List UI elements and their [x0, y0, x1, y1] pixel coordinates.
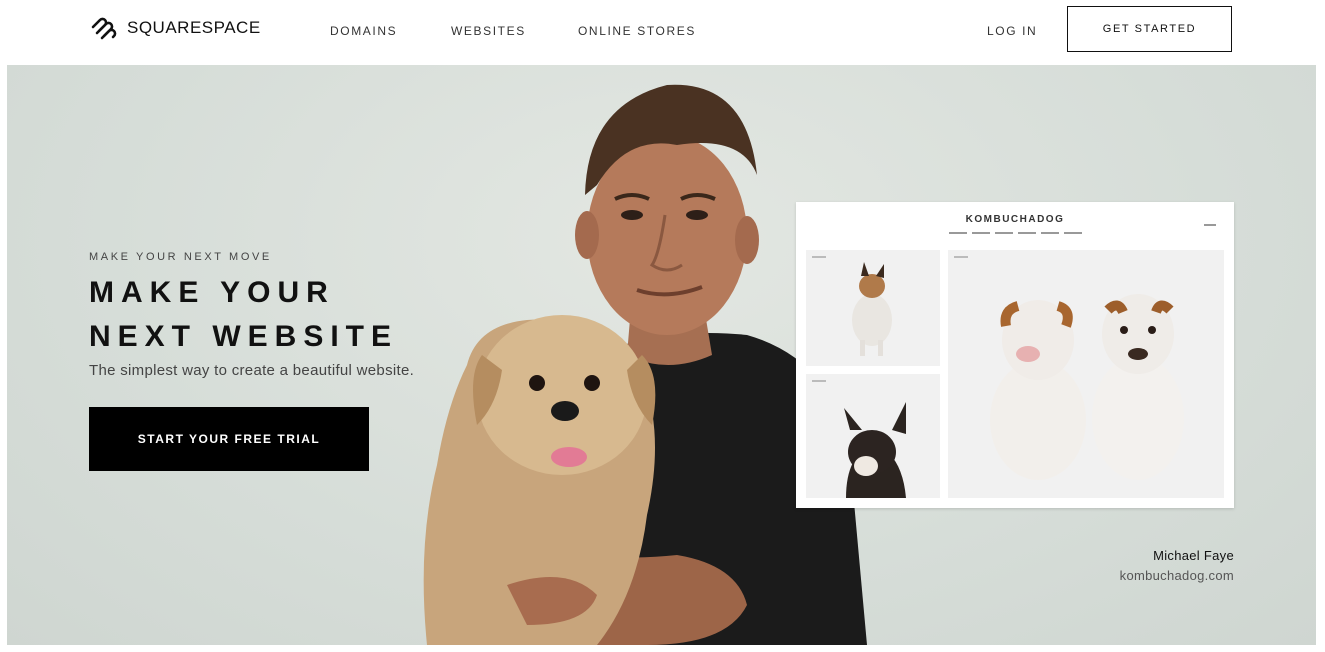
logo-wordmark: SQUARESPACE [127, 18, 261, 37]
website-preview-card: KOMBUCHADOG [796, 202, 1234, 508]
credit-name: Michael Faye [1153, 548, 1234, 563]
squarespace-logo[interactable]: SQUARESPACE [89, 16, 261, 40]
hero-section: MAKE YOUR NEXT MOVE MAKE YOUR NEXT WEBSI… [7, 65, 1316, 645]
nav-link-online-stores[interactable]: ONLINE STORES [578, 24, 696, 38]
preview-tile-bulldogs [948, 250, 1224, 498]
credit-url-link[interactable]: kombuchadog.com [1120, 568, 1234, 583]
headline-line-1: MAKE YOUR [89, 276, 335, 309]
hero-photo-man-with-dog [423, 84, 867, 645]
login-link[interactable]: LOG IN [987, 24, 1037, 38]
top-nav: SQUARESPACE DOMAINS WEBSITES ONLINE STOR… [0, 0, 1325, 64]
hero-eyebrow: MAKE YOUR NEXT MOVE [89, 251, 272, 263]
preview-site-title: KOMBUCHADOG [965, 214, 1065, 225]
preview-tile-dog-2 [806, 374, 940, 498]
get-started-button[interactable]: GET STARTED [1067, 6, 1232, 52]
nav-link-websites[interactable]: WEBSITES [451, 24, 526, 38]
start-free-trial-button[interactable]: START YOUR FREE TRIAL [89, 407, 369, 471]
nav-link-domains[interactable]: DOMAINS [330, 24, 397, 38]
squarespace-logo-icon [91, 17, 117, 40]
preview-menu-icon [1204, 224, 1216, 226]
preview-site-nav [796, 232, 1234, 234]
preview-tile-dog-1 [806, 250, 940, 366]
